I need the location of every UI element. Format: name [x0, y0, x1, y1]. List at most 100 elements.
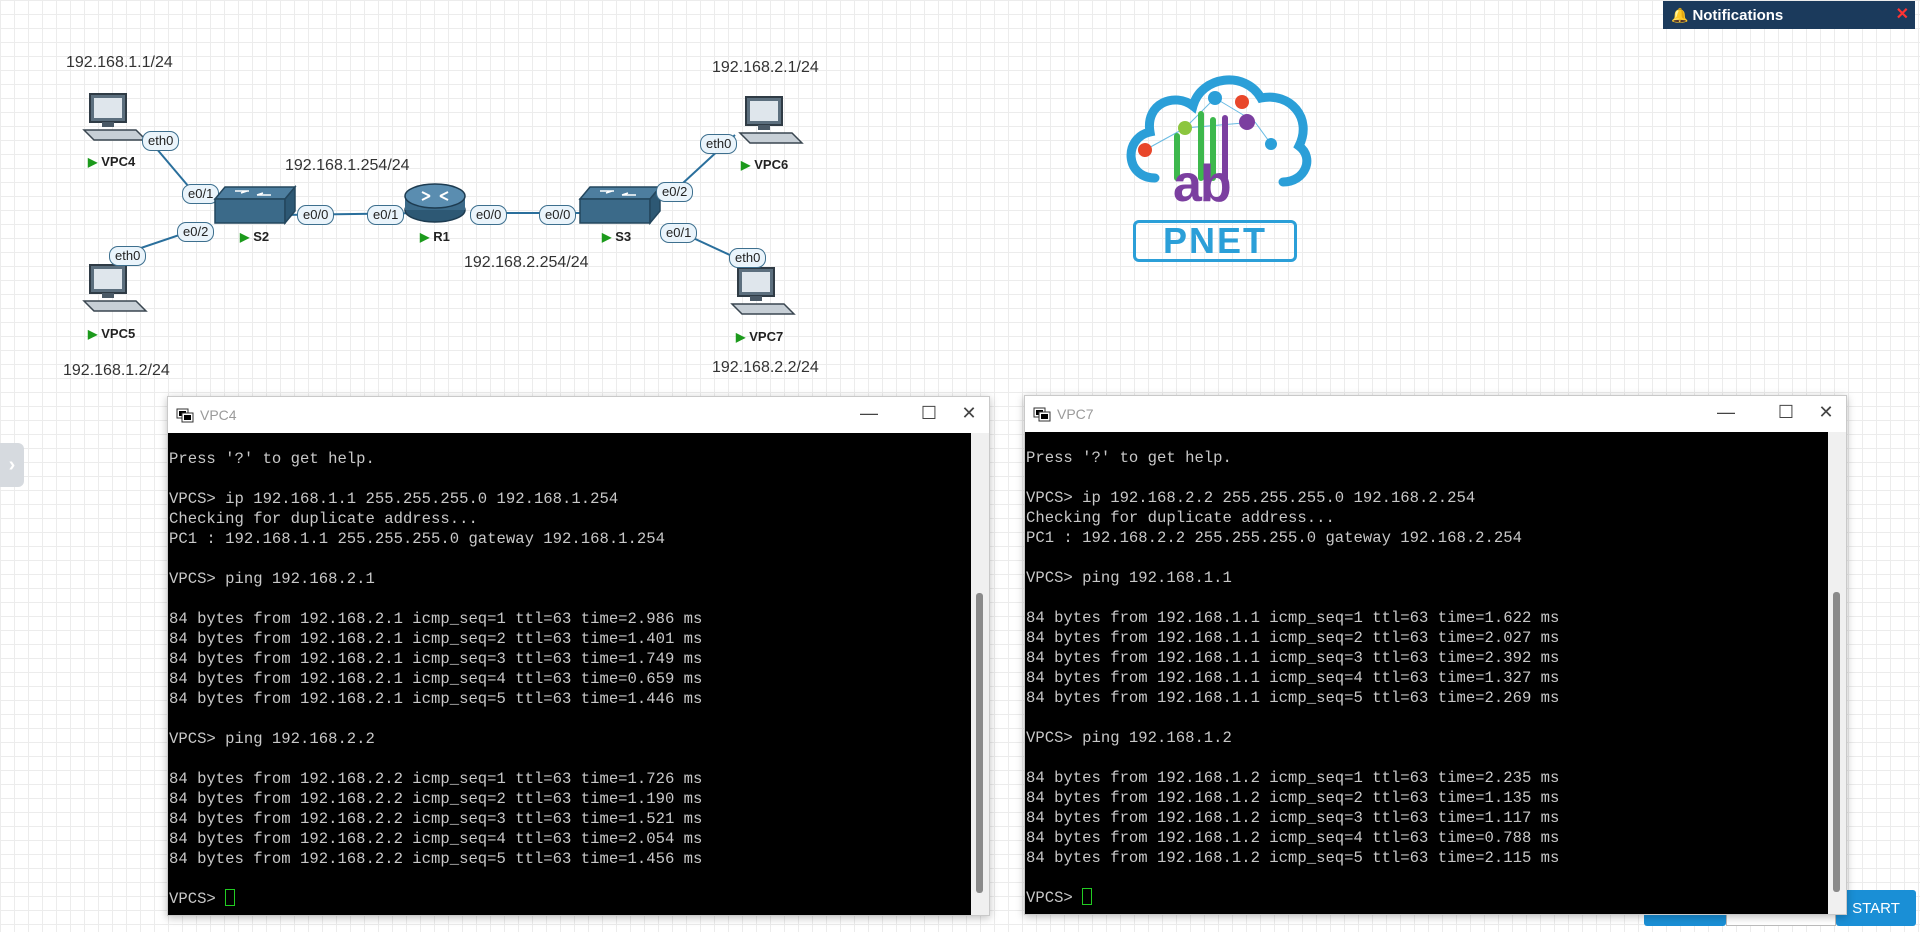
ip-label-r1-right: 192.168.2.254/24	[464, 254, 589, 271]
pc-icon[interactable]	[730, 266, 796, 322]
terminal-line: 84 bytes from 192.168.2.1 icmp_seq=5 ttl…	[169, 690, 703, 708]
terminal-window-vpc7[interactable]: VPC7 — ☐ ✕ Press '?' to get help. VPCS> …	[1024, 395, 1847, 915]
terminal-line: Press '?' to get help.	[169, 450, 375, 468]
terminal-line: PC1 : 192.168.1.1 255.255.255.0 gateway …	[169, 530, 665, 548]
ip-label-vpc6: 192.168.2.1/24	[712, 59, 819, 76]
terminal-output[interactable]: Press '?' to get help. VPCS> ip 192.168.…	[1025, 432, 1828, 914]
iface-vpc4-eth0: eth0	[142, 131, 180, 151]
switch-icon[interactable]	[213, 183, 297, 227]
terminal-line: 84 bytes from 192.168.1.1 icmp_seq=1 ttl…	[1026, 609, 1560, 627]
iface-s3-e02: e0/2	[656, 182, 694, 202]
terminal-lines: Press '?' to get help. VPCS> ip 192.168.…	[1026, 449, 1559, 867]
terminal-line: 84 bytes from 192.168.1.1 icmp_seq=5 ttl…	[1026, 689, 1560, 707]
scrollbar[interactable]	[1828, 432, 1846, 914]
terminal-cursor	[1082, 888, 1093, 905]
terminal-line: VPCS> ping 192.168.2.1	[169, 570, 375, 588]
iface-s2-e02: e0/2	[177, 222, 215, 242]
terminal-line: 84 bytes from 192.168.2.2 icmp_seq=3 ttl…	[169, 810, 703, 828]
terminal-line: 84 bytes from 192.168.1.2 icmp_seq=4 ttl…	[1026, 829, 1560, 847]
logo-pnet-text: PNET	[1133, 220, 1297, 262]
play-icon: ▶	[741, 158, 751, 172]
switch-icon[interactable]	[578, 183, 662, 227]
scrollbar[interactable]	[971, 433, 989, 915]
terminal-line: 84 bytes from 192.168.1.1 icmp_seq=3 ttl…	[1026, 649, 1560, 667]
scrollbar-thumb[interactable]	[976, 593, 983, 893]
putty-icon	[176, 408, 194, 423]
node-s3[interactable]: ▶ S3	[602, 229, 631, 244]
terminal-line: 84 bytes from 192.168.2.1 icmp_seq=4 ttl…	[169, 670, 703, 688]
iface-s3-e01: e0/1	[660, 223, 698, 243]
node-vpc4[interactable]: ▶ VPC4	[88, 154, 135, 169]
window-title: VPC7	[1057, 406, 1094, 422]
close-icon[interactable]: ✕	[1896, 4, 1909, 24]
terminal-cursor	[225, 889, 236, 906]
ip-label-r1-left: 192.168.1.254/24	[285, 157, 410, 174]
node-s2[interactable]: ▶ S2	[240, 229, 269, 244]
iface-vpc6-eth0: eth0	[700, 134, 738, 154]
play-icon: ▶	[736, 330, 746, 344]
node-r1[interactable]: ▶ R1	[420, 229, 450, 244]
putty-icon	[1033, 407, 1051, 422]
terminal-line: VPCS> ip 192.168.1.1 255.255.255.0 192.1…	[169, 490, 619, 508]
terminal-line: VPCS> ping 192.168.2.2	[169, 730, 375, 748]
terminal-line: 84 bytes from 192.168.1.1 icmp_seq=4 ttl…	[1026, 669, 1560, 687]
iface-r1-e00: e0/0	[470, 205, 508, 225]
notifications-panel[interactable]: 🔔 Notifications ✕	[1663, 1, 1915, 29]
terminal-line: 84 bytes from 192.168.2.2 icmp_seq=2 ttl…	[169, 790, 703, 808]
sidebar-toggle-button[interactable]: ›	[0, 443, 24, 487]
close-icon[interactable]: ✕	[1806, 402, 1846, 423]
terminal-prompt: VPCS>	[169, 890, 226, 908]
terminal-line: 84 bytes from 192.168.1.2 icmp_seq=1 ttl…	[1026, 769, 1560, 787]
pc-icon[interactable]	[738, 95, 804, 151]
iface-vpc5-eth0: eth0	[109, 246, 147, 266]
terminal-line: 84 bytes from 192.168.2.1 icmp_seq=2 ttl…	[169, 630, 703, 648]
minimize-icon[interactable]: —	[849, 403, 889, 424]
terminal-line: Press '?' to get help.	[1026, 449, 1232, 467]
pc-icon[interactable]	[82, 92, 148, 148]
terminal-output[interactable]: Press '?' to get help. VPCS> ip 192.168.…	[168, 433, 971, 915]
iface-s3-e00: e0/0	[539, 205, 577, 225]
terminal-line: 84 bytes from 192.168.1.1 icmp_seq=2 ttl…	[1026, 629, 1560, 647]
iface-r1-e01: e0/1	[367, 205, 405, 225]
node-vpc5[interactable]: ▶ VPC5	[88, 326, 135, 341]
close-icon[interactable]: ✕	[949, 403, 989, 424]
pnetlab-logo: ab PNET	[1115, 58, 1315, 268]
maximize-icon[interactable]: ☐	[909, 403, 949, 424]
terminal-line: Checking for duplicate address...	[1026, 509, 1335, 527]
terminal-line: VPCS> ip 192.168.2.2 255.255.255.0 192.1…	[1026, 489, 1476, 507]
terminal-line: PC1 : 192.168.2.2 255.255.255.0 gateway …	[1026, 529, 1522, 547]
ip-label-vpc5: 192.168.1.2/24	[63, 362, 170, 379]
terminal-line: 84 bytes from 192.168.2.1 icmp_seq=1 ttl…	[169, 610, 703, 628]
terminal-line: 84 bytes from 192.168.1.2 icmp_seq=3 ttl…	[1026, 809, 1560, 827]
terminal-line: 84 bytes from 192.168.2.2 icmp_seq=5 ttl…	[169, 850, 703, 868]
terminal-line: Checking for duplicate address...	[169, 510, 478, 528]
terminal-line: 84 bytes from 192.168.1.2 icmp_seq=2 ttl…	[1026, 789, 1560, 807]
terminal-line: 84 bytes from 192.168.2.1 icmp_seq=3 ttl…	[169, 650, 703, 668]
start-button[interactable]: START	[1836, 890, 1916, 926]
minimize-icon[interactable]: —	[1706, 402, 1746, 423]
logo-lab-text: ab	[1173, 155, 1232, 213]
chevron-right-icon: ›	[8, 453, 16, 476]
terminal-line: 84 bytes from 192.168.1.2 icmp_seq=5 ttl…	[1026, 849, 1560, 867]
terminal-line: 84 bytes from 192.168.2.2 icmp_seq=4 ttl…	[169, 830, 703, 848]
terminal-window-vpc4[interactable]: VPC4 — ☐ ✕ Press '?' to get help. VPCS> …	[167, 396, 990, 916]
maximize-icon[interactable]: ☐	[1766, 402, 1806, 423]
ip-label-vpc7: 192.168.2.2/24	[712, 359, 819, 376]
window-title: VPC4	[200, 407, 237, 423]
node-vpc7[interactable]: ▶ VPC7	[736, 329, 783, 344]
ip-label-vpc4: 192.168.1.1/24	[66, 54, 173, 71]
notifications-title: Notifications	[1692, 6, 1784, 24]
pc-icon[interactable]	[82, 263, 148, 319]
router-icon[interactable]	[402, 178, 468, 226]
terminal-prompt: VPCS>	[1026, 889, 1083, 907]
scrollbar-thumb[interactable]	[1833, 592, 1840, 892]
play-icon: ▶	[240, 230, 250, 244]
play-icon: ▶	[88, 155, 98, 169]
iface-s2-e00: e0/0	[297, 205, 335, 225]
iface-vpc7-eth0: eth0	[729, 248, 767, 268]
node-vpc6[interactable]: ▶ VPC6	[741, 157, 788, 172]
play-icon: ▶	[88, 327, 98, 341]
terminal-line: VPCS> ping 192.168.1.2	[1026, 729, 1232, 747]
terminal-line: VPCS> ping 192.168.1.1	[1026, 569, 1232, 587]
bell-icon: 🔔	[1671, 6, 1689, 23]
